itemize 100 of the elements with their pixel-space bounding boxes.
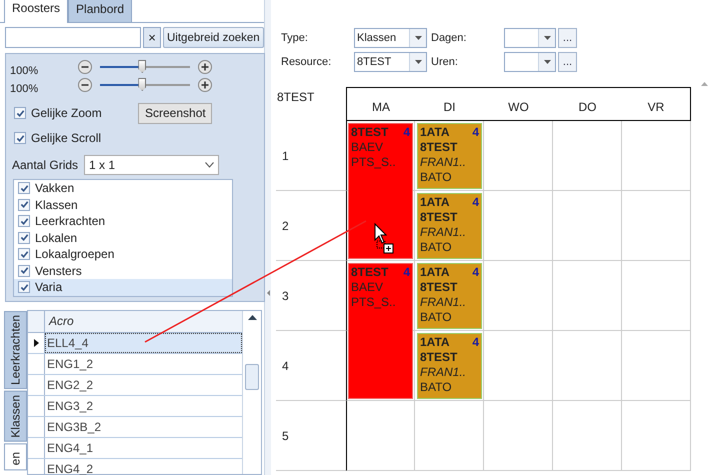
browse-button[interactable]: ...: [558, 52, 577, 72]
hour-label: 4: [276, 331, 346, 401]
grids-label: Aantal Grids: [12, 158, 78, 172]
timetable-slot[interactable]: [415, 401, 484, 471]
browse-button[interactable]: ...: [558, 28, 577, 48]
plus-icon[interactable]: [198, 78, 212, 92]
list-item[interactable]: Lokaalgroepen: [14, 246, 232, 262]
checkbox[interactable]: [18, 281, 30, 294]
table-cell[interactable]: ENG3_2: [45, 396, 242, 416]
side-tab[interactable]: Leerkrachten: [4, 310, 27, 389]
table-cell[interactable]: ENG1_2: [45, 354, 242, 374]
list-item[interactable]: Klassen: [14, 196, 232, 213]
timetable-slot[interactable]: [346, 401, 415, 471]
lesson-card[interactable]: 8TEST 4 BAEV PTS_S..: [348, 123, 413, 259]
minus-icon[interactable]: [78, 78, 92, 92]
scroll-up-icon[interactable]: [248, 314, 256, 320]
dropdown-button[interactable]: [538, 53, 555, 71]
item-label: Lokaalgroepen: [35, 247, 114, 262]
advanced-search-button[interactable]: Uitgebreid zoeken: [163, 27, 264, 48]
lesson-card[interactable]: 1ATA 4 8TEST FRAN1.. BATO: [417, 193, 482, 259]
timetable-slot[interactable]: [622, 121, 691, 191]
list-item[interactable]: Leerkrachten: [14, 213, 232, 230]
lesson-text: PTS_S..: [351, 295, 396, 309]
dropdown-button[interactable]: [409, 53, 426, 71]
screenshot-button[interactable]: Screenshot: [138, 102, 212, 124]
timetable-slot[interactable]: [553, 331, 622, 401]
lesson-card[interactable]: 1ATA 4 8TEST FRAN1.. BATO: [417, 263, 482, 329]
checkbox[interactable]: [18, 248, 30, 260]
timetable-slot[interactable]: [622, 261, 691, 331]
timetable-slot[interactable]: [622, 191, 691, 261]
chevron-icon: [205, 162, 214, 168]
checkbox[interactable]: [14, 107, 26, 119]
field-label: Type:: [280, 32, 309, 44]
hour-label: 1: [276, 121, 346, 191]
minus-icon[interactable]: [78, 60, 92, 74]
dropdown-button[interactable]: [538, 29, 555, 47]
list-item[interactable]: Vensters: [14, 262, 232, 279]
lesson-text: FRAN1..: [420, 365, 466, 379]
lesson-text: BATO: [420, 240, 452, 254]
timetable-slot[interactable]: [622, 401, 691, 471]
list-item[interactable]: Varia: [14, 279, 232, 296]
side-tab[interactable]: Klassen: [4, 390, 27, 442]
checkbox[interactable]: [18, 215, 30, 228]
field-label: Resource:: [280, 56, 332, 68]
field-label: Dagen:: [430, 32, 468, 44]
table-cell[interactable]: ENG4_1: [45, 438, 242, 458]
timetable-slot[interactable]: [484, 261, 553, 331]
caret-icon: [544, 60, 550, 64]
dropdown[interactable]: 8TEST: [354, 52, 427, 72]
timetable-slot[interactable]: [622, 331, 691, 401]
lesson-text: 1ATA: [420, 125, 450, 140]
table-cell[interactable]: ELL4_4: [45, 332, 242, 352]
tab[interactable]: Planbord: [68, 0, 132, 22]
dropdown[interactable]: Klassen: [354, 28, 427, 48]
lesson-text: 1ATA: [420, 195, 450, 210]
lesson-text: PTS_S..: [351, 155, 396, 169]
scrollbar[interactable]: [242, 310, 261, 474]
checkbox[interactable]: [18, 198, 30, 211]
lesson-card[interactable]: 1ATA 4 8TEST FRAN1.. BATO: [417, 333, 482, 399]
timetable-slot[interactable]: [484, 331, 553, 401]
timetable-slot[interactable]: [553, 191, 622, 261]
grids-dropdown[interactable]: 1 x 1: [84, 155, 220, 175]
checkbox[interactable]: [18, 232, 30, 244]
row-pointer-icon: [34, 338, 38, 346]
lesson-count: 4: [472, 125, 479, 140]
timetable-slot[interactable]: [553, 401, 622, 471]
tab[interactable]: Roosters: [4, 0, 68, 23]
dropdown-button[interactable]: [409, 29, 426, 47]
timetable-title: 8TEST: [277, 90, 314, 104]
lesson-text: 1ATA: [420, 265, 450, 280]
lesson-count: 4: [472, 335, 479, 350]
side-tab[interactable]: en: [4, 443, 27, 471]
checkbox[interactable]: [14, 132, 26, 144]
lesson-card[interactable]: 1ATA 4 8TEST FRAN1.. BATO: [417, 123, 482, 189]
checkbox[interactable]: [18, 264, 30, 277]
plus-icon[interactable]: [198, 60, 212, 74]
cursor-icon: [374, 222, 394, 254]
timetable-slot[interactable]: [484, 401, 553, 471]
slider-thumb[interactable]: [138, 78, 146, 91]
scroll-thumb[interactable]: [245, 364, 259, 390]
slider-thumb[interactable]: [138, 60, 146, 73]
list-item[interactable]: Lokalen: [14, 230, 232, 246]
search-field[interactable]: [5, 27, 141, 48]
table-cell[interactable]: ENG4_2: [45, 458, 242, 475]
list-item[interactable]: Vakken: [14, 180, 232, 196]
lesson-text: FRAN1..: [420, 225, 466, 239]
day-header: VR: [622, 87, 691, 121]
hour-label: 5: [276, 401, 346, 471]
table-cell[interactable]: ENG3B_2: [45, 416, 242, 436]
checkbox[interactable]: [18, 182, 30, 194]
lesson-text: BATO: [420, 310, 452, 324]
timetable-slot[interactable]: [553, 121, 622, 191]
timetable-slot[interactable]: [484, 191, 553, 261]
table-cell[interactable]: ENG2_2: [45, 374, 242, 394]
timetable-slot[interactable]: [553, 261, 622, 331]
lesson-text: 8TEST: [420, 350, 458, 364]
timetable-slot[interactable]: [484, 121, 553, 191]
caret-icon: [414, 36, 422, 40]
clear-button[interactable]: ×: [143, 27, 161, 48]
lesson-text: 8TEST: [420, 210, 458, 224]
